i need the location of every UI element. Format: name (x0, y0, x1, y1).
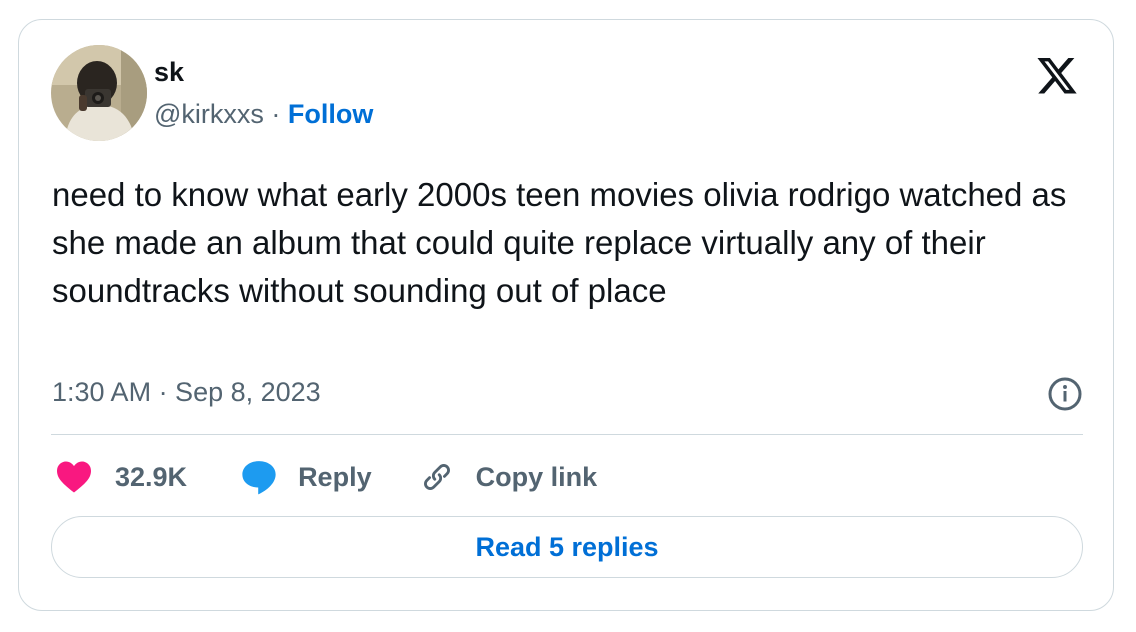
action-bar: 32.9K Reply Copy link (55, 456, 597, 498)
author-handle-row: @kirkxxs · Follow (154, 99, 373, 130)
info-icon[interactable] (1047, 376, 1083, 412)
copy-link-button[interactable]: Copy link (418, 458, 598, 496)
author-display-name[interactable]: sk (154, 57, 184, 88)
link-icon (423, 464, 450, 490)
handle-separator: · (271, 99, 288, 129)
heart-icon (57, 461, 91, 493)
tweet-card: sk @kirkxxs · Follow need to know what e… (18, 19, 1114, 611)
x-logo-icon[interactable] (1035, 58, 1079, 98)
tweet-timestamp[interactable]: 1:30 AM · Sep 8, 2023 (52, 377, 321, 408)
tweet-text: need to know what early 2000s teen movie… (52, 176, 1067, 309)
like-button[interactable]: 32.9K (55, 460, 187, 494)
follow-button[interactable]: Follow (288, 99, 373, 129)
reply-button[interactable]: Reply (239, 458, 372, 496)
like-count: 32.9K (115, 461, 188, 492)
avatar[interactable] (51, 45, 147, 141)
read-replies-button[interactable]: Read 5 replies (51, 516, 1083, 578)
copy-link-label: Copy link (475, 461, 598, 492)
reply-label: Reply (298, 461, 372, 492)
divider (51, 434, 1083, 435)
author-handle[interactable]: @kirkxxs (154, 99, 264, 129)
speech-bubble-icon (242, 461, 276, 495)
